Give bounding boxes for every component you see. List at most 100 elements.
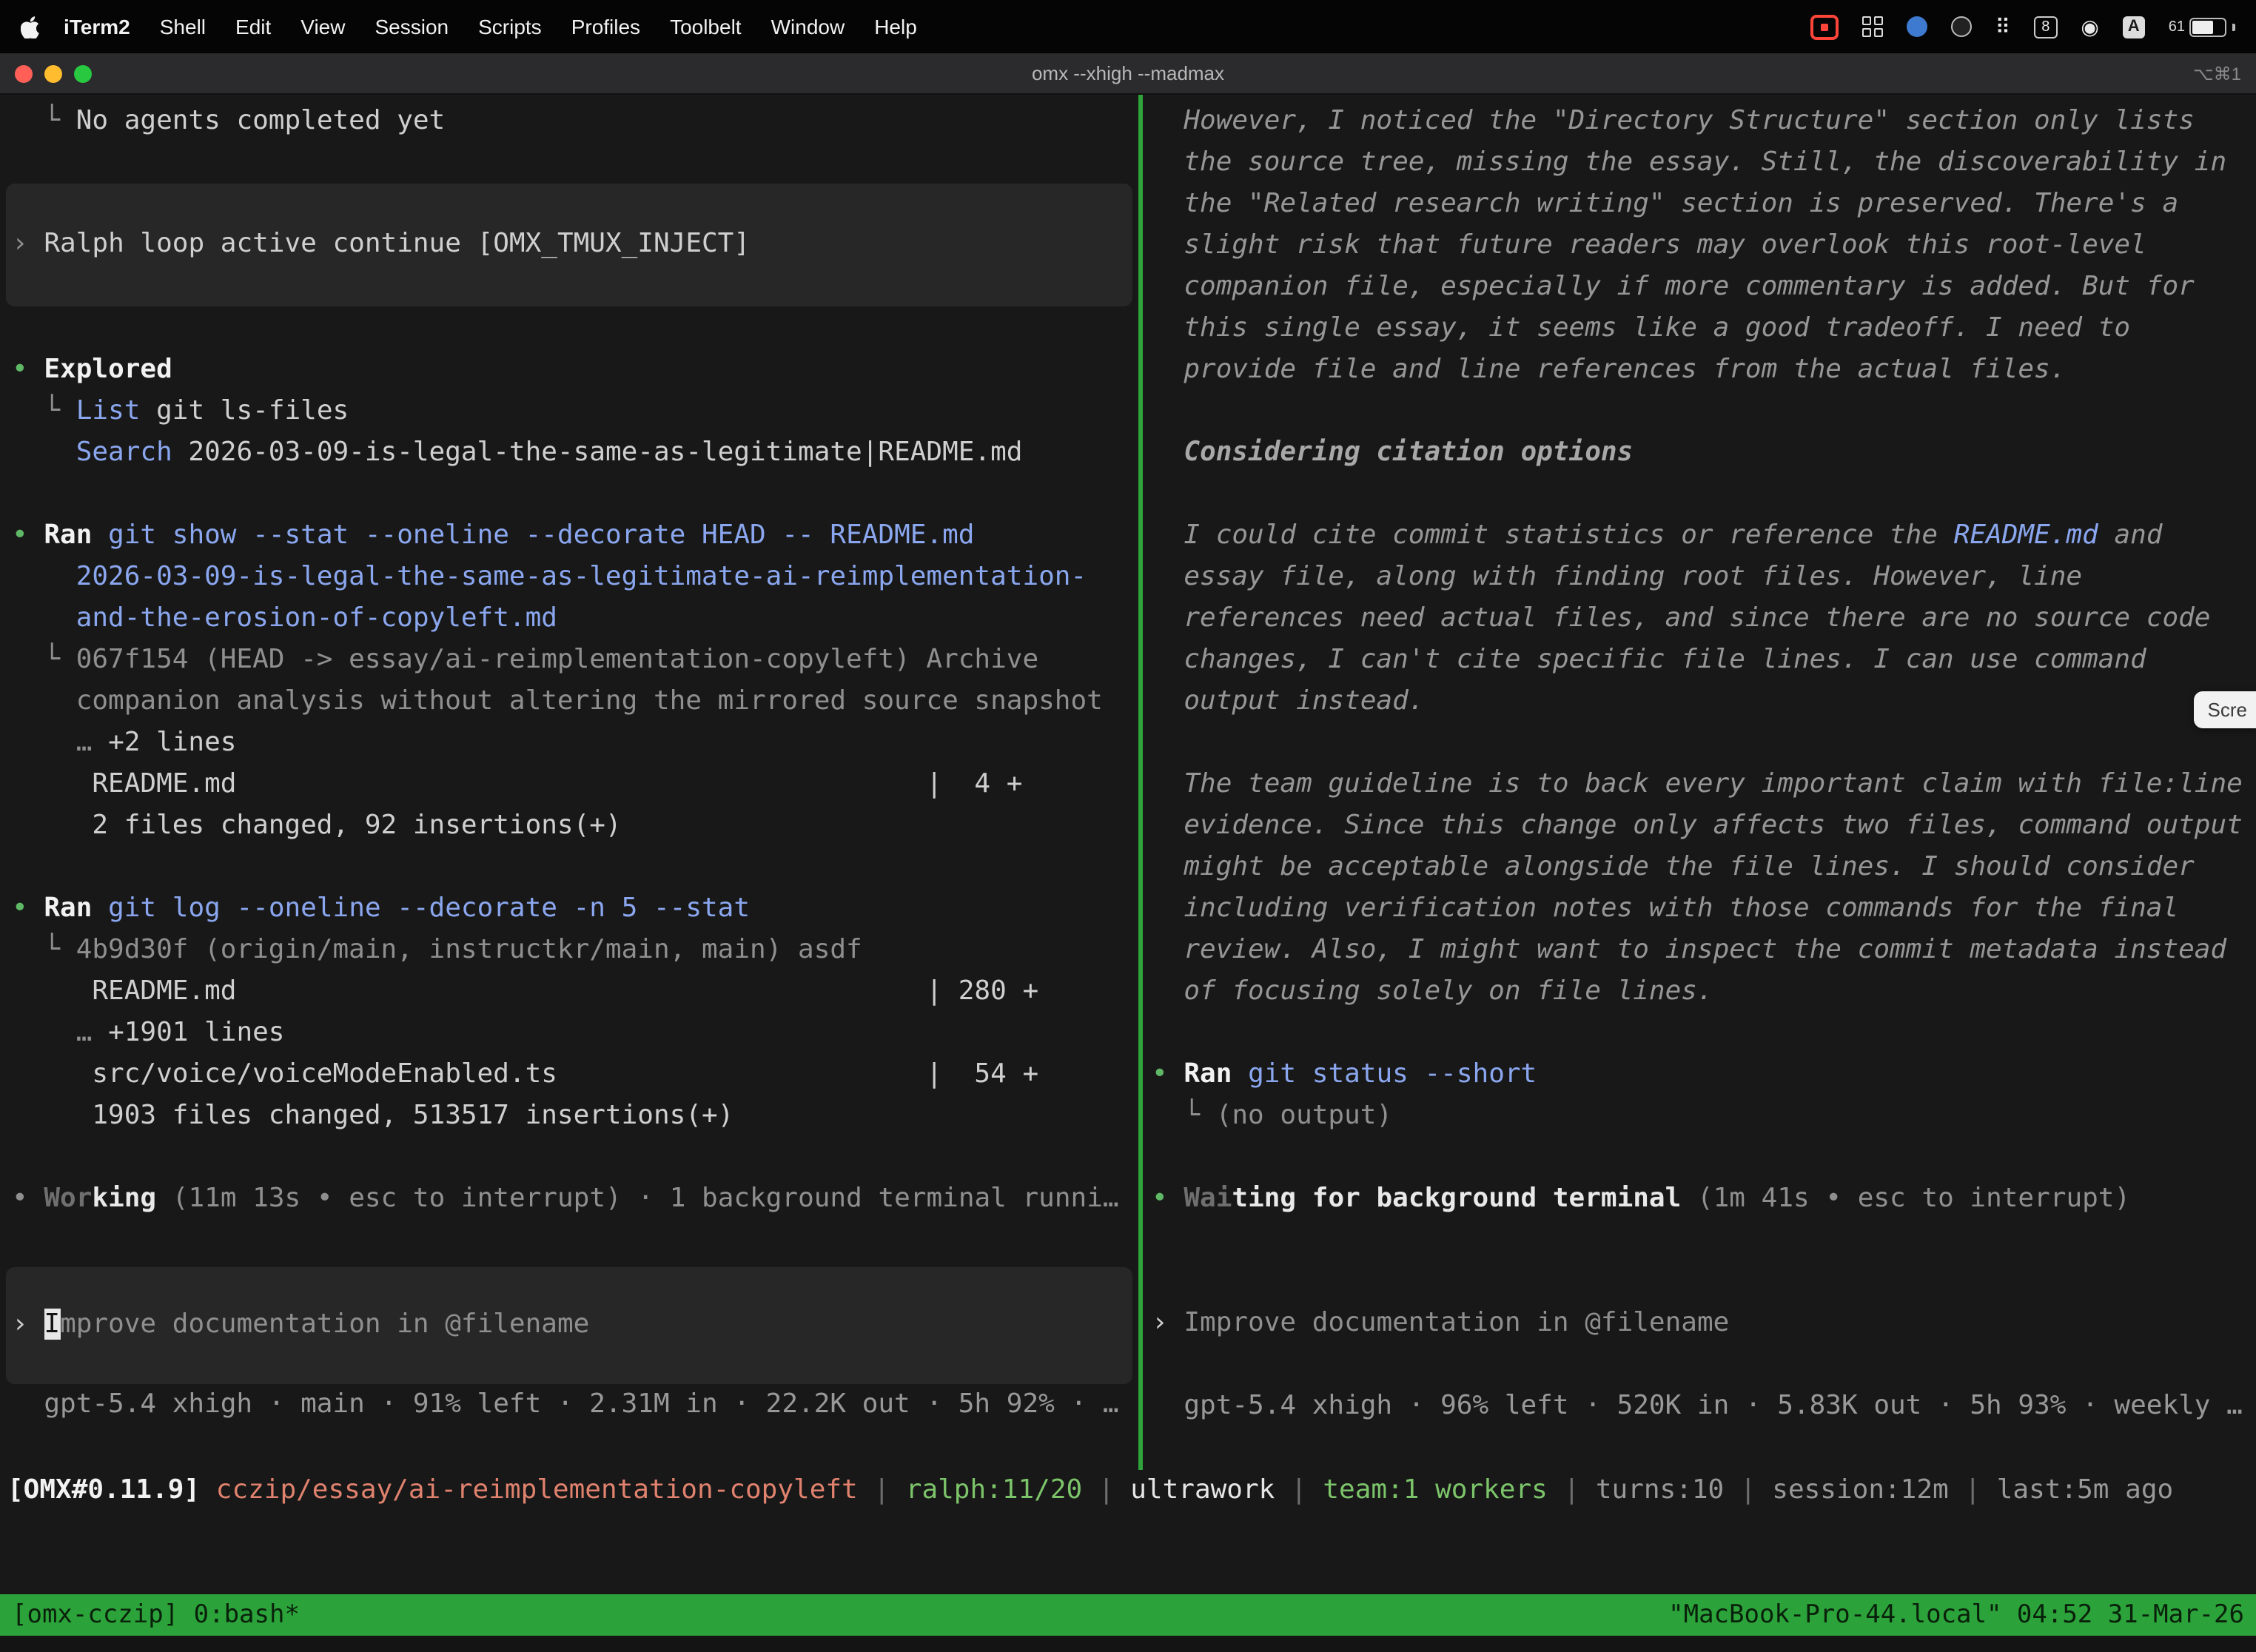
terminal-line: output instead. [1143, 681, 2256, 722]
apple-menu-icon[interactable] [21, 16, 40, 38]
menu-item-session[interactable]: Session [360, 15, 463, 38]
input-source-icon[interactable]: A [2123, 16, 2145, 38]
text-segment: companion analysis without altering the … [12, 685, 1103, 716]
text-segment: companion file, especially if more comme… [1152, 271, 2195, 302]
terminal-line: changes, I can't cite specific file line… [1143, 639, 2256, 681]
menu-items: iTerm2ShellEditViewSessionScriptsProfile… [49, 15, 932, 38]
terminal-line: might be acceptable alongside the file l… [1143, 847, 2256, 888]
text-segment: ting for background terminal [1232, 1183, 1681, 1214]
omx-status-segment: | [1724, 1474, 1772, 1505]
terminal-line: Considering citation options [1143, 432, 2256, 474]
blank-line [1143, 1137, 2256, 1178]
text-segment: git status --short [1232, 1058, 1537, 1089]
text-segment: changes, I can't cite specific file line… [1152, 644, 2146, 675]
text-segment: gpt-5.4 xhigh · 96% left · 520K in · 5.8… [1152, 1390, 2243, 1421]
terminal-line: companion analysis without altering the … [0, 681, 1138, 722]
terminal-line: evidence. Since this change only affects… [1143, 805, 2256, 847]
blank-line [1143, 1261, 2256, 1303]
terminal-panes: └ No agents completed yet› Ralph loop ac… [0, 95, 2256, 1470]
text-segment: README.md | 4 + [12, 768, 1022, 799]
text-segment: • [1152, 1058, 1184, 1089]
menu-item-view[interactable]: View [286, 15, 360, 38]
menu-item-help[interactable]: Help [859, 15, 932, 38]
text-segment: Ran [1184, 1058, 1232, 1089]
terminal-line: Search 2026-03-09-is-legal-the-same-as-l… [0, 432, 1138, 474]
terminal-line: references need actual files, and since … [1143, 598, 2256, 639]
terminal-line: and-the-erosion-of-copyleft.md [0, 598, 1138, 639]
menu-item-profiles[interactable]: Profiles [557, 15, 655, 38]
omx-status-segment: ultrawork [1130, 1474, 1275, 1505]
blank-line [0, 474, 1138, 515]
text-segment: However, I noticed the "Directory Struct… [1152, 105, 2195, 136]
text-segment: 1903 files changed, 513517 insertions(+) [12, 1100, 733, 1131]
terminal-line: 1903 files changed, 513517 insertions(+) [0, 1095, 1138, 1137]
text-segment: 2026-03-09-is-legal-the-same-as-legitima… [172, 437, 1023, 468]
terminal-line: └ No agents completed yet [0, 101, 1138, 142]
terminal-line: README.md | 4 + [0, 764, 1138, 805]
omx-status-segment: team:1 workers [1323, 1474, 1547, 1505]
menu-item-iterm2[interactable]: iTerm2 [49, 15, 145, 38]
terminal-line: • Explored [0, 349, 1138, 391]
omx-status-segment: | [1082, 1474, 1130, 1505]
keycap-8-icon[interactable]: 8 [2034, 16, 2057, 38]
menu-bar-status-icons: ⠿ 8 ◉ A 61 [1810, 14, 2256, 39]
terminal-line: gpt-5.4 xhigh · main · 91% left · 2.31M … [0, 1384, 1138, 1426]
text-segment: └ [12, 395, 76, 426]
menu-item-toolbelt[interactable]: Toolbelt [655, 15, 756, 38]
text-segment: review. Also, I might want to inspect th… [1152, 934, 2226, 965]
text-segment: The team guideline is to back every impo… [1152, 768, 2243, 799]
screen-recording-indicator-icon[interactable] [1810, 14, 1839, 39]
text-segment: of focusing solely on file lines. [1152, 976, 1713, 1007]
text-segment: Explored [44, 354, 172, 385]
text-segment: Wor [44, 1183, 92, 1214]
battery-icon[interactable]: 61 [2169, 17, 2235, 36]
text-segment: git ls-files [140, 395, 349, 426]
omx-status-line: [OMX#0.11.9] cczip/essay/ai-reimplementa… [0, 1470, 2256, 1511]
blank-line [1143, 391, 2256, 432]
text-segment: Ran [44, 520, 92, 551]
battery-body [2189, 17, 2226, 36]
text-segment: +2 lines [108, 727, 236, 758]
screen: iTerm2ShellEditViewSessionScriptsProfile… [0, 0, 2256, 1652]
text-segment: README.md | 280 + [12, 976, 1038, 1007]
dark-app-icon[interactable] [1951, 16, 1972, 37]
prompt-input[interactable]: › Improve documentation in @filename [6, 1267, 1132, 1384]
tmux-host-clock: "MacBook-Pro-44.local" 04:52 31-Mar-26 [1668, 1600, 2244, 1630]
menu-bar-left: iTerm2ShellEditViewSessionScriptsProfile… [0, 15, 932, 38]
menu-item-scripts[interactable]: Scripts [463, 15, 557, 38]
blue-app-icon[interactable] [1907, 16, 1927, 37]
camera-icon[interactable]: ◉ [2081, 16, 2098, 37]
text-segment: └ 4b9d30f (origin/main, instructkr/main,… [12, 934, 862, 965]
text-segment: and-the-erosion-of-copyleft.md [12, 602, 557, 634]
text-segment: › [1152, 1307, 1184, 1338]
text-segment: git log --oneline --decorate -n 5 --stat [92, 893, 750, 924]
text-segment: Considering citation options [1152, 437, 1633, 468]
text-segment: the "Related research writing" section i… [1152, 188, 2178, 219]
text-segment: Ran [44, 893, 92, 924]
menu-item-shell[interactable]: Shell [145, 15, 221, 38]
text-segment: └ [12, 105, 76, 136]
text-segment: (11m 13s • esc to interrupt) · 1 backgro… [156, 1183, 1118, 1214]
terminal-line: └ 4b9d30f (origin/main, instructkr/main,… [0, 930, 1138, 971]
blank-line [0, 1137, 1138, 1178]
omx-status-segment: session:12m [1772, 1474, 1948, 1505]
terminal-line: └ 067f154 (HEAD -> essay/ai-reimplementa… [0, 639, 1138, 681]
text-segment: Search [12, 437, 172, 468]
text-segment: gpt-5.4 xhigh · main · 91% left · 2.31M … [12, 1389, 1119, 1420]
text-segment: • [12, 893, 44, 924]
terminal-line: src/voice/voiceModeEnabled.ts | 54 + [0, 1054, 1138, 1095]
menu-item-window[interactable]: Window [756, 15, 860, 38]
battery-percent: 61 [2169, 19, 2185, 35]
text-segment: essay file, along with finding root file… [1152, 561, 2082, 592]
text-cursor: I [44, 1309, 60, 1340]
omx-status-segment: | [1275, 1474, 1323, 1505]
app-grid-icon[interactable]: ⠿ [1995, 16, 2011, 37]
screen-share-tooltip[interactable]: Scre [2195, 691, 2256, 728]
left-pane[interactable]: └ No agents completed yet› Ralph loop ac… [0, 95, 1138, 1470]
menu-item-edit[interactable]: Edit [221, 15, 286, 38]
text-segment: • [12, 354, 44, 385]
terminal-line: gpt-5.4 xhigh · 96% left · 520K in · 5.8… [1143, 1386, 2256, 1427]
terminal-filler [0, 1511, 2256, 1594]
workspace-grid-icon[interactable] [1862, 16, 1883, 37]
right-pane[interactable]: However, I noticed the "Directory Struct… [1143, 95, 2256, 1470]
